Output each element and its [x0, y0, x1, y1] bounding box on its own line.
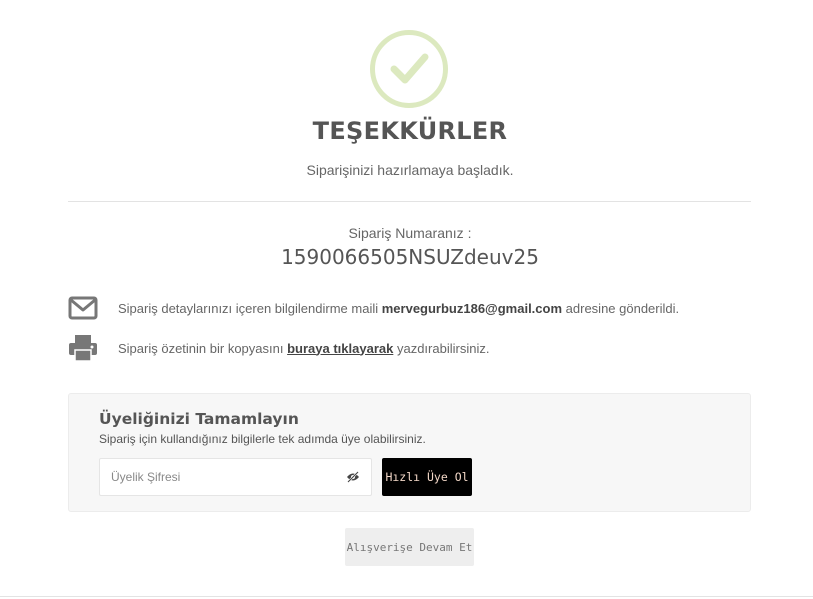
email-info-text: Sipariş detaylarınızı içeren bilgilendir… — [118, 301, 679, 316]
order-number-label: Sipariş Numaranız : — [348, 225, 472, 241]
password-input[interactable] — [100, 459, 335, 495]
check-circle-icon — [370, 30, 448, 108]
divider — [0, 596, 813, 597]
email-info-after: adresine gönderildi. — [565, 300, 680, 316]
divider — [68, 201, 751, 202]
print-info-before: Sipariş özetinin bir kopyasını — [118, 340, 284, 356]
checkmark-icon — [390, 53, 429, 84]
password-field[interactable] — [99, 458, 372, 496]
order-number: 1590066505NSUZdeuv25 — [281, 245, 539, 269]
print-info-row: Sipariş özetinin bir kopyasını buraya tı… — [68, 333, 489, 363]
membership-description: Sipariş için kullandığınız bilgilerle te… — [99, 432, 426, 446]
email-info-row: Sipariş detaylarınızı içeren bilgilendir… — [68, 293, 679, 323]
page-subtitle: Siparişinizi hazırlamaya başladık. — [306, 162, 514, 178]
continue-shopping-button[interactable]: Alışverişe Devam Et — [345, 528, 474, 566]
email-address: mervegurbuz186@gmail.com — [381, 300, 563, 316]
envelope-icon — [68, 293, 98, 323]
printer-icon — [68, 333, 98, 363]
email-info-before: Sipariş detaylarınızı içeren bilgilendir… — [118, 300, 379, 316]
print-info-text: Sipariş özetinin bir kopyasını buraya tı… — [118, 341, 489, 356]
page-title: TEŞEKKÜRLER — [312, 117, 508, 145]
membership-title: Üyeliğinizi Tamamlayın — [99, 410, 299, 428]
print-info-after: yazdırabilirsiniz. — [396, 340, 490, 356]
print-link[interactable]: buraya tıklayarak — [287, 341, 393, 356]
quick-signup-button[interactable]: Hızlı Üye Ol — [382, 458, 472, 496]
membership-panel: Üyeliğinizi Tamamlayın Sipariş için kull… — [68, 393, 751, 512]
eye-slash-icon[interactable] — [346, 471, 360, 483]
